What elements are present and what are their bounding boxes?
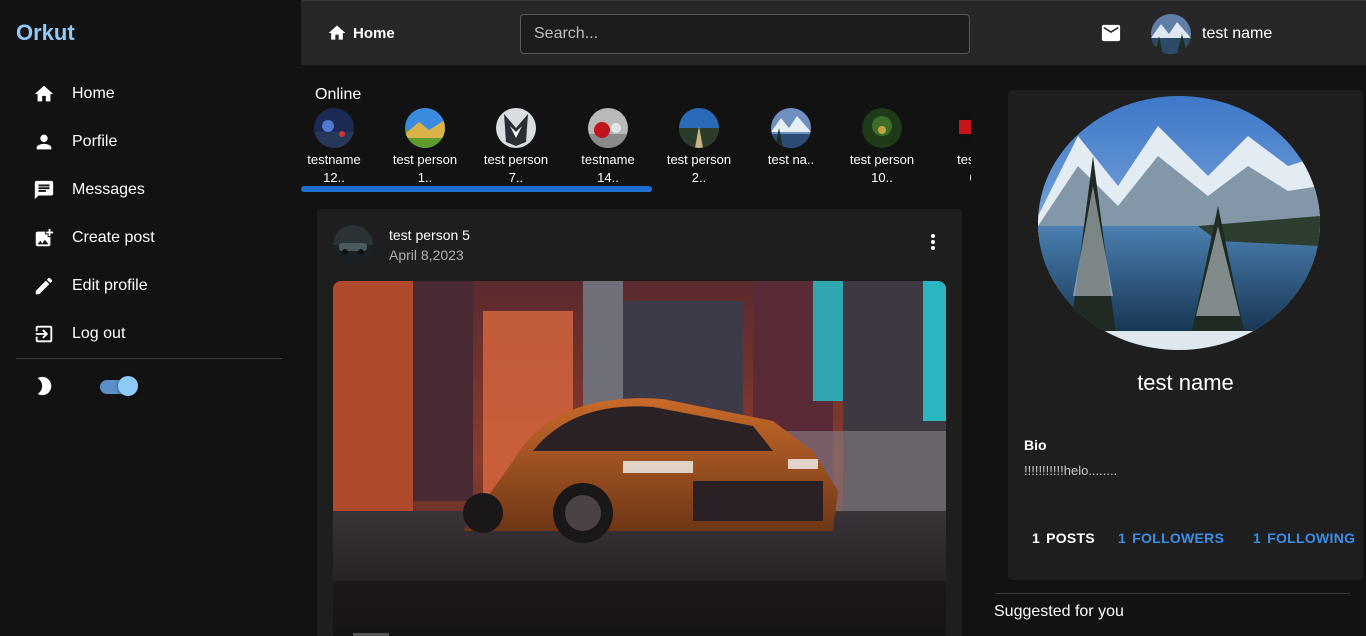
avatar	[314, 108, 354, 148]
online-user[interactable]: testname 12..	[301, 108, 370, 184]
sidebar-item-label: Log out	[72, 325, 126, 342]
stat-label: FOLLOWING	[1267, 530, 1356, 546]
online-user-name: test person	[849, 152, 915, 167]
online-user[interactable]: test p 6	[937, 108, 971, 184]
online-user-name-suffix: 10..	[871, 170, 893, 184]
mail-icon[interactable]	[1100, 23, 1122, 43]
brand-logo[interactable]: Orkut	[16, 20, 75, 46]
dark-mode-toggle[interactable]	[100, 376, 138, 396]
online-user-name: testname	[581, 152, 635, 167]
online-user-name-suffix: 6	[937, 169, 971, 184]
topbar-home-link[interactable]: Home	[327, 23, 395, 43]
stat-count: 1	[1118, 530, 1127, 546]
online-user-name: test person	[392, 152, 458, 167]
avatar	[862, 108, 902, 148]
post-date: April 8,2023	[389, 247, 464, 263]
avatar	[679, 108, 719, 148]
online-user-name: testname	[307, 152, 361, 167]
avatar[interactable]	[333, 225, 373, 265]
sidebar-divider	[16, 358, 282, 359]
profile-name: test name	[1137, 370, 1234, 395]
theme-switch-row	[16, 370, 282, 402]
online-user-name: test na..	[767, 152, 815, 167]
online-title: Online	[315, 86, 362, 103]
avatar	[588, 108, 628, 148]
stat-label: FOLLOWERS	[1132, 530, 1225, 546]
online-user-name-suffix: 2..	[691, 170, 707, 184]
search-input[interactable]	[520, 14, 970, 54]
sidebar-item-label: Messages	[72, 181, 145, 198]
online-user-name-suffix: 1..	[417, 170, 433, 184]
toggle-knob	[118, 376, 138, 396]
suggested-divider	[995, 593, 1350, 594]
person-icon	[16, 131, 72, 153]
online-user[interactable]: test na..	[755, 108, 827, 169]
moon-icon	[16, 375, 72, 397]
avatar	[953, 108, 971, 148]
bio-text: !!!!!!!!!!!helo........	[1024, 463, 1118, 478]
pencil-icon	[16, 275, 72, 297]
logout-icon	[16, 323, 72, 345]
avatar	[405, 108, 445, 148]
sidebar-item-edit-profile[interactable]: Edit profile	[16, 262, 282, 310]
stat-count: 1	[1032, 530, 1041, 546]
sidebar-item-label: Edit profile	[72, 277, 148, 294]
online-user-name: test person	[483, 152, 549, 167]
online-user-name-suffix: 12..	[323, 170, 345, 184]
topbar-user-name: test name	[1202, 25, 1273, 42]
post-image	[333, 281, 946, 636]
profile-photo	[1038, 96, 1320, 350]
stat-posts[interactable]: 1 POSTS	[1032, 530, 1095, 546]
online-user[interactable]: test person 7..	[480, 108, 552, 184]
profile-card: test name Bio !!!!!!!!!!!helo........ 1P…	[1008, 90, 1363, 580]
avatar	[1151, 14, 1191, 54]
online-user-name: test person	[666, 152, 732, 167]
post-author[interactable]: test person 5	[389, 227, 470, 243]
sidebar-item-home[interactable]: Home	[16, 70, 282, 118]
sidebar-item-messages[interactable]: Messages	[16, 166, 282, 214]
online-user-name-suffix: 14..	[597, 170, 619, 184]
top-bar: Home test name	[301, 0, 1366, 65]
online-user[interactable]: test person 2..	[663, 108, 735, 184]
sidebar: Orkut Home Porfile Messages Create post …	[0, 0, 300, 636]
app-root: Orkut Home Porfile Messages Create post …	[0, 0, 1366, 636]
stat-label: POSTS	[1046, 530, 1096, 546]
online-strip-scrollbar[interactable]	[301, 186, 652, 192]
sidebar-item-label: Create post	[72, 229, 155, 246]
message-icon	[16, 179, 72, 201]
home-icon	[328, 25, 346, 40]
online-user-name: test p	[957, 152, 971, 167]
sidebar-nav: Home Porfile Messages Create post Edit p…	[16, 70, 282, 358]
add-photo-icon	[16, 227, 72, 249]
sidebar-item-profile[interactable]: Porfile	[16, 118, 282, 166]
online-user[interactable]: test person 1..	[389, 108, 461, 184]
topbar-user[interactable]: test name	[1151, 14, 1272, 54]
avatar	[496, 108, 536, 148]
home-icon	[16, 83, 72, 105]
sidebar-item-label: Porfile	[72, 133, 118, 150]
stat-followers[interactable]: 1 FOLLOWERS	[1118, 530, 1224, 546]
online-user[interactable]: testname 14..	[572, 108, 644, 184]
suggested-title: Suggested for you	[994, 603, 1124, 620]
home-link-label: Home	[353, 24, 395, 42]
sidebar-item-logout[interactable]: Log out	[16, 310, 282, 358]
sidebar-item-create-post[interactable]: Create post	[16, 214, 282, 262]
online-user-name-suffix: 7..	[508, 170, 524, 184]
more-vert-icon[interactable]	[923, 231, 943, 253]
bio-label: Bio	[1024, 437, 1047, 453]
online-users-strip: testname 12.. test person 1.. test perso…	[301, 106, 971, 184]
sidebar-item-label: Home	[72, 85, 115, 102]
avatar	[771, 108, 811, 148]
stat-following[interactable]: 1 FOLLOWING	[1253, 530, 1355, 546]
post-card: test person 5 April 8,2023	[317, 209, 962, 636]
online-user[interactable]: test person 10..	[846, 108, 918, 184]
stat-count: 1	[1253, 530, 1262, 546]
